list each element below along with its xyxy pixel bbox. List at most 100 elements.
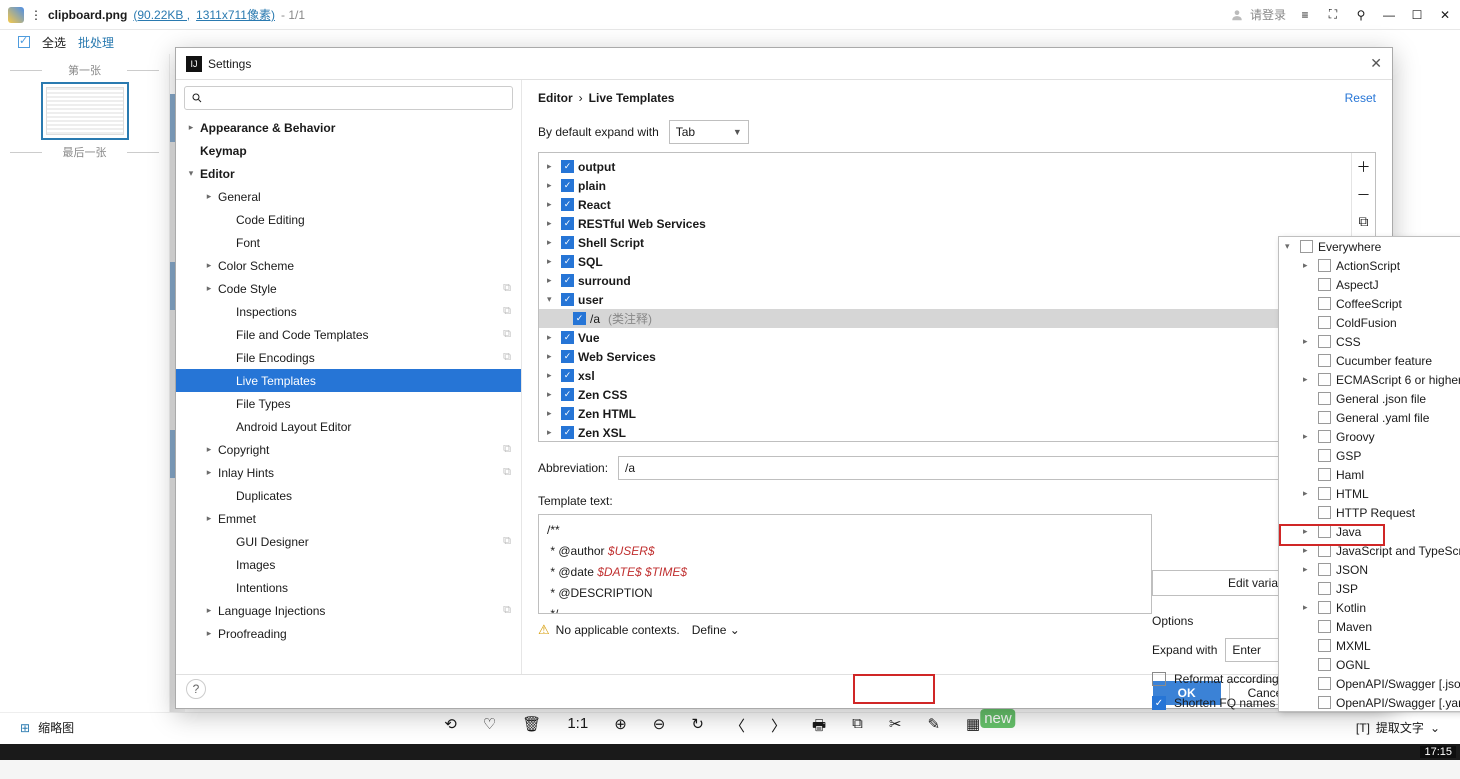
context-row[interactable]: ▸HTML: [1279, 484, 1460, 503]
context-row[interactable]: General .json file: [1279, 389, 1460, 408]
rotate-cw-icon[interactable]: ↻: [691, 715, 704, 740]
context-row[interactable]: JSP: [1279, 579, 1460, 598]
template-row[interactable]: ▸✓SQL: [539, 252, 1359, 271]
settings-tree[interactable]: ▸Appearance & BehaviorKeymap▾Editor▸Gene…: [176, 116, 521, 674]
next-icon[interactable]: 〉: [771, 715, 786, 740]
settings-search[interactable]: [184, 86, 513, 110]
thumbnail[interactable]: [41, 82, 129, 140]
template-row[interactable]: ▸✓output: [539, 157, 1359, 176]
template-row[interactable]: ▸✓Vue: [539, 328, 1359, 347]
tree-node[interactable]: ▸Proofreading: [176, 622, 521, 645]
tree-node[interactable]: ▸Color Scheme: [176, 254, 521, 277]
context-row[interactable]: GSP: [1279, 446, 1460, 465]
tree-node[interactable]: ▾Editor: [176, 162, 521, 185]
tree-node[interactable]: Inspections⧉: [176, 300, 521, 323]
context-row[interactable]: ▸ActionScript: [1279, 256, 1460, 275]
help-button[interactable]: ?: [186, 679, 206, 699]
template-row[interactable]: ▸✓plain: [539, 176, 1359, 195]
template-row[interactable]: ✓/a(类注释): [539, 309, 1359, 328]
file-dimensions[interactable]: 1311x711像素): [196, 6, 275, 23]
select-all-label[interactable]: 全选: [42, 34, 66, 51]
reset-link[interactable]: Reset: [1345, 91, 1376, 105]
add-icon[interactable]: ＋: [1357, 157, 1371, 177]
tree-node[interactable]: ▸General: [176, 185, 521, 208]
extract-text-label[interactable]: 提取文字: [1376, 719, 1424, 736]
tree-node[interactable]: File and Code Templates⧉: [176, 323, 521, 346]
dialog-close-icon[interactable]: ✕: [1370, 55, 1382, 72]
search-input[interactable]: [209, 91, 506, 105]
tree-node[interactable]: ▸Emmet: [176, 507, 521, 530]
template-row[interactable]: ▸✓React: [539, 195, 1359, 214]
batch-link[interactable]: 批处理: [78, 34, 114, 51]
tree-node[interactable]: Keymap: [176, 139, 521, 162]
context-row[interactable]: MXML: [1279, 636, 1460, 655]
scale-icon[interactable]: 1:1: [567, 715, 588, 740]
tree-node[interactable]: Images: [176, 553, 521, 576]
tree-node[interactable]: ▸Language Injections⧉: [176, 599, 521, 622]
tree-node[interactable]: ▸Code Style⧉: [176, 277, 521, 300]
tree-node[interactable]: Duplicates: [176, 484, 521, 507]
heart-icon[interactable]: ♡: [483, 715, 496, 740]
context-row[interactable]: ▸ECMAScript 6 or higher: [1279, 370, 1460, 389]
zoom-in-icon[interactable]: ⊕: [614, 715, 627, 740]
context-row[interactable]: OpenAPI/Swagger [.json]: [1279, 674, 1460, 693]
context-row[interactable]: OpenAPI/Swagger [.yaml]: [1279, 693, 1460, 712]
context-row[interactable]: ▸Java: [1279, 522, 1460, 541]
context-row[interactable]: Haml: [1279, 465, 1460, 484]
tree-node[interactable]: ▸Appearance & Behavior: [176, 116, 521, 139]
prev-icon[interactable]: 〈: [730, 715, 745, 740]
define-link[interactable]: Define ⌄: [692, 623, 740, 637]
context-row[interactable]: Maven: [1279, 617, 1460, 636]
tree-node[interactable]: ▸Inlay Hints⧉: [176, 461, 521, 484]
maximize-icon[interactable]: ☐: [1410, 8, 1424, 22]
context-row[interactable]: ▸Groovy: [1279, 427, 1460, 446]
context-row[interactable]: AspectJ: [1279, 275, 1460, 294]
context-row[interactable]: General .yaml file: [1279, 408, 1460, 427]
tree-node[interactable]: ▸Copyright⧉: [176, 438, 521, 461]
login-link[interactable]: 请登录: [1250, 6, 1286, 23]
menu-icon[interactable]: ≡: [1298, 8, 1312, 22]
template-row[interactable]: ▸✓surround: [539, 271, 1359, 290]
template-text-editor[interactable]: /** * @author $USER$ * @date $DATE$ $TIM…: [538, 514, 1152, 614]
ocr-dropdown-icon[interactable]: ⌄: [1430, 721, 1440, 735]
remove-icon[interactable]: －: [1357, 185, 1371, 205]
tree-node[interactable]: Code Editing: [176, 208, 521, 231]
template-row[interactable]: ▸✓RESTful Web Services: [539, 214, 1359, 233]
reformat-checkbox[interactable]: [1152, 672, 1166, 686]
file-size[interactable]: (90.22KB ,: [133, 8, 190, 22]
context-row[interactable]: CoffeeScript: [1279, 294, 1460, 313]
zoom-out-icon[interactable]: ⊖: [653, 715, 666, 740]
context-row[interactable]: ▸CSS: [1279, 332, 1460, 351]
tree-node[interactable]: File Types: [176, 392, 521, 415]
fullscreen-icon[interactable]: ⛶: [1326, 7, 1340, 22]
context-popup[interactable]: ▾Everywhere▸ActionScriptAspectJCoffeeScr…: [1278, 236, 1460, 712]
rotate-ccw-icon[interactable]: ⟲: [444, 715, 457, 740]
template-row[interactable]: ▸✓Shell Script: [539, 233, 1359, 252]
crop-icon[interactable]: ✂: [889, 715, 902, 740]
template-row[interactable]: ▸✓Zen CSS: [539, 385, 1359, 404]
abbreviation-input[interactable]: [618, 456, 1338, 480]
edit-icon[interactable]: ✎: [927, 715, 940, 740]
templates-list[interactable]: ▸✓output▸✓plain▸✓React▸✓RESTful Web Serv…: [539, 153, 1359, 441]
context-row[interactable]: ColdFusion: [1279, 313, 1460, 332]
select-all-checkbox[interactable]: [18, 36, 30, 48]
context-row[interactable]: HTTP Request: [1279, 503, 1460, 522]
apps-icon[interactable]: ▦new: [966, 715, 1016, 740]
context-row[interactable]: ▾Everywhere: [1279, 237, 1460, 256]
template-row[interactable]: ▸✓Zen XSL: [539, 423, 1359, 441]
tree-node[interactable]: Font: [176, 231, 521, 254]
trash-icon[interactable]: 🗑: [522, 715, 541, 740]
grid-icon[interactable]: ⊞: [20, 721, 30, 735]
close-icon[interactable]: ✕: [1438, 8, 1452, 22]
pin-icon[interactable]: ⚲: [1354, 8, 1368, 22]
tree-node[interactable]: Live Templates: [176, 369, 521, 392]
context-row[interactable]: ▸Kotlin: [1279, 598, 1460, 617]
template-row[interactable]: ▸✓Web Services: [539, 347, 1359, 366]
tree-node[interactable]: Intentions: [176, 576, 521, 599]
context-row[interactable]: ▸JSON: [1279, 560, 1460, 579]
breadcrumb-root[interactable]: Editor: [538, 91, 573, 105]
ocr-icon[interactable]: [T]: [1356, 721, 1370, 735]
copy-icon[interactable]: ⧉: [852, 715, 863, 740]
context-row[interactable]: OGNL: [1279, 655, 1460, 674]
template-row[interactable]: ▸✓Zen HTML: [539, 404, 1359, 423]
